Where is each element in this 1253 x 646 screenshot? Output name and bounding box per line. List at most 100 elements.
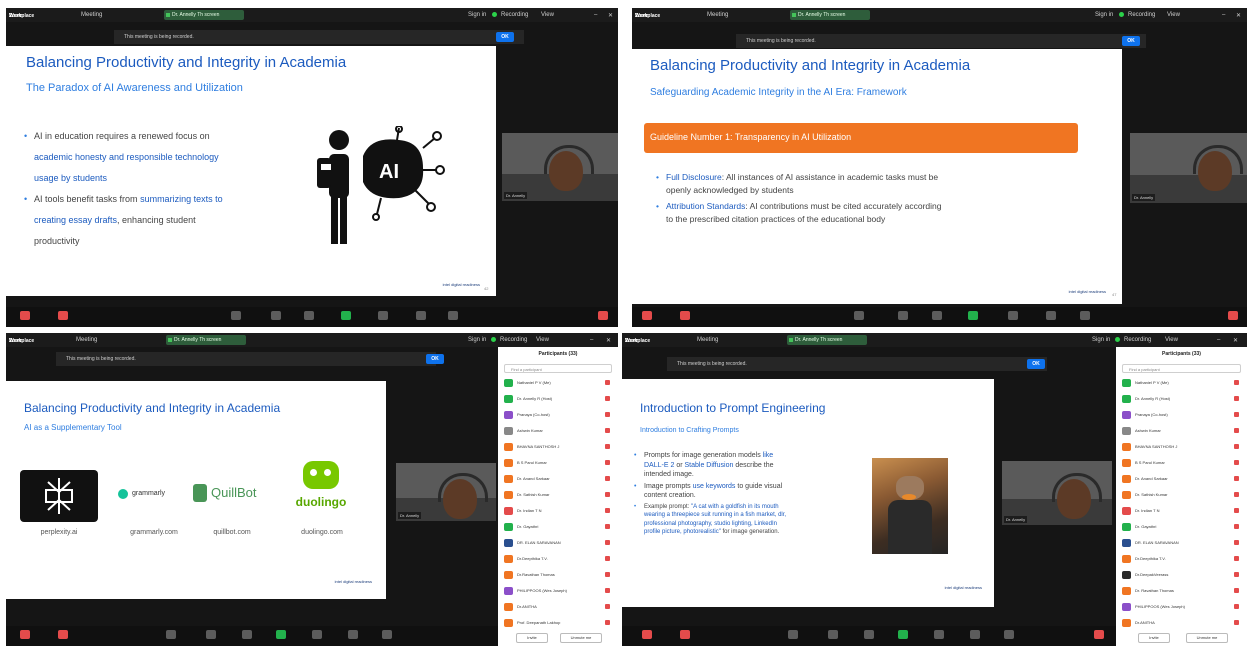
stop-video-icon[interactable] bbox=[680, 311, 690, 320]
participant-row[interactable]: Dr. Anand Sarkaar bbox=[502, 473, 614, 485]
muted-mic-icon[interactable] bbox=[1234, 476, 1239, 481]
meeting-menu[interactable]: Meeting bbox=[76, 337, 97, 343]
ok-button[interactable]: OK bbox=[496, 32, 514, 42]
participant-row[interactable]: Dr.DeepakVeerass bbox=[1120, 569, 1243, 581]
react-icon[interactable] bbox=[864, 630, 874, 639]
chat-icon[interactable] bbox=[898, 311, 908, 320]
close-icon[interactable]: ✕ bbox=[1236, 12, 1241, 19]
apps-icon[interactable] bbox=[348, 630, 358, 639]
participant-row[interactable]: Dr. Annelly R (Host) bbox=[502, 393, 614, 405]
shared-screen-tab[interactable]: Dr. Annelly Th screen bbox=[790, 10, 870, 20]
muted-mic-icon[interactable] bbox=[605, 572, 610, 577]
ai-companion-icon[interactable] bbox=[378, 311, 388, 320]
sign-in-link[interactable]: Sign in bbox=[1092, 337, 1110, 343]
participant-row[interactable]: Dr.Deepthika T.V. bbox=[502, 553, 614, 565]
muted-mic-icon[interactable] bbox=[1234, 492, 1239, 497]
ok-button[interactable]: OK bbox=[1122, 36, 1140, 46]
muted-mic-icon[interactable] bbox=[1234, 588, 1239, 593]
participant-row[interactable]: Dr.ANITHA bbox=[1120, 617, 1243, 629]
participant-row[interactable]: Dr. Indian T N bbox=[1120, 505, 1243, 517]
apps-icon[interactable] bbox=[970, 630, 980, 639]
participant-video[interactable]: Dr. Annelly bbox=[502, 133, 618, 201]
muted-mic-icon[interactable] bbox=[1234, 620, 1239, 625]
participant-search-input[interactable]: Find a participant bbox=[1122, 364, 1241, 373]
participant-row[interactable]: DR. ELAN SARAVANAN bbox=[502, 537, 614, 549]
view-menu[interactable]: View bbox=[541, 12, 554, 18]
participant-row[interactable]: PHILIPPOOS (Wes Joseph) bbox=[1120, 601, 1243, 613]
ai-companion-icon[interactable] bbox=[934, 630, 944, 639]
muted-mic-icon[interactable] bbox=[1234, 572, 1239, 577]
more-icon[interactable] bbox=[382, 630, 392, 639]
participant-row[interactable]: Dr.Deepthika T.V. bbox=[1120, 553, 1243, 565]
view-menu[interactable]: View bbox=[1165, 337, 1178, 343]
participant-row[interactable]: BHAVNA SANTHOSH J bbox=[502, 441, 614, 453]
share-screen-icon[interactable] bbox=[276, 630, 286, 639]
participant-row[interactable]: BHAVNA SANTHOSH J bbox=[1120, 441, 1243, 453]
shared-screen-tab[interactable]: Dr. Annelly Th screen bbox=[164, 10, 244, 20]
sign-in-link[interactable]: Sign in bbox=[1095, 12, 1113, 18]
minimize-icon[interactable]: – bbox=[1222, 12, 1225, 18]
ok-button[interactable]: OK bbox=[426, 354, 444, 364]
participant-row[interactable]: Dr. Anand Sarkaar bbox=[1120, 473, 1243, 485]
muted-mic-icon[interactable] bbox=[605, 556, 610, 561]
participant-row[interactable]: Ashwin Kumar bbox=[1120, 425, 1243, 437]
muted-mic-icon[interactable] bbox=[1234, 412, 1239, 417]
apps-icon[interactable] bbox=[416, 311, 426, 320]
share-screen-icon[interactable] bbox=[968, 311, 978, 320]
participant-row[interactable]: Nathaniel P V (Me) bbox=[1120, 377, 1243, 389]
apps-icon[interactable] bbox=[1046, 311, 1056, 320]
participants-icon[interactable] bbox=[166, 630, 176, 639]
chat-icon[interactable] bbox=[828, 630, 838, 639]
share-screen-icon[interactable] bbox=[341, 311, 351, 320]
unmute-me-button[interactable]: Unmute me bbox=[560, 633, 602, 643]
close-icon[interactable]: ✕ bbox=[1233, 337, 1238, 344]
muted-mic-icon[interactable] bbox=[605, 396, 610, 401]
muted-mic-icon[interactable] bbox=[605, 428, 610, 433]
muted-mic-icon[interactable] bbox=[605, 508, 610, 513]
minimize-icon[interactable]: – bbox=[594, 12, 597, 18]
participant-row[interactable]: Dr. Sathish Kumar bbox=[502, 489, 614, 501]
participant-row[interactable]: Pranaya (Co-host) bbox=[502, 409, 614, 421]
participant-row[interactable]: Prof. Deepanath Lakhop bbox=[502, 617, 614, 629]
muted-mic-icon[interactable] bbox=[1234, 444, 1239, 449]
participant-row[interactable]: PHILIPPOOS (Wes Joseph) bbox=[502, 585, 614, 597]
stop-video-icon[interactable] bbox=[58, 311, 68, 320]
minimize-icon[interactable]: – bbox=[1217, 337, 1220, 343]
sign-in-link[interactable]: Sign in bbox=[468, 12, 486, 18]
view-menu[interactable]: View bbox=[1167, 12, 1180, 18]
participant-row[interactable]: Dr. Gayathri bbox=[1120, 521, 1243, 533]
invite-button[interactable]: Invite bbox=[1138, 633, 1170, 643]
react-icon[interactable] bbox=[932, 311, 942, 320]
minimize-icon[interactable]: – bbox=[590, 337, 593, 343]
muted-mic-icon[interactable] bbox=[605, 524, 610, 529]
participant-row[interactable]: Dr. Annelly R (Host) bbox=[1120, 393, 1243, 405]
muted-mic-icon[interactable] bbox=[1234, 380, 1239, 385]
muted-mic-icon[interactable] bbox=[605, 492, 610, 497]
more-icon[interactable] bbox=[448, 311, 458, 320]
participant-row[interactable]: Dr.ANITHA bbox=[502, 601, 614, 613]
muted-mic-icon[interactable] bbox=[605, 460, 610, 465]
shared-screen-tab[interactable]: Dr. Annelly Th screen bbox=[166, 335, 246, 345]
participants-icon[interactable] bbox=[231, 311, 241, 320]
chat-icon[interactable] bbox=[206, 630, 216, 639]
muted-mic-icon[interactable] bbox=[1234, 508, 1239, 513]
mute-mic-icon[interactable] bbox=[20, 630, 30, 639]
muted-mic-icon[interactable] bbox=[605, 444, 610, 449]
muted-mic-icon[interactable] bbox=[1234, 396, 1239, 401]
muted-mic-icon[interactable] bbox=[1234, 460, 1239, 465]
participant-row[interactable]: Dr. Gayathri bbox=[502, 521, 614, 533]
leave-icon[interactable] bbox=[1094, 630, 1104, 639]
participant-video[interactable]: Dr. Annelly bbox=[1130, 133, 1247, 203]
react-icon[interactable] bbox=[304, 311, 314, 320]
participant-video[interactable]: Dr. Annelly bbox=[396, 463, 496, 521]
leave-icon[interactable] bbox=[1228, 311, 1238, 320]
muted-mic-icon[interactable] bbox=[605, 476, 610, 481]
ai-companion-icon[interactable] bbox=[312, 630, 322, 639]
stop-video-icon[interactable] bbox=[680, 630, 690, 639]
close-icon[interactable]: ✕ bbox=[606, 337, 611, 344]
participant-row[interactable]: Nathaniel P V (Me) bbox=[502, 377, 614, 389]
muted-mic-icon[interactable] bbox=[605, 620, 610, 625]
participant-row[interactable]: B S Parul Kumar bbox=[502, 457, 614, 469]
meeting-menu[interactable]: Meeting bbox=[697, 337, 718, 343]
more-icon[interactable] bbox=[1004, 630, 1014, 639]
